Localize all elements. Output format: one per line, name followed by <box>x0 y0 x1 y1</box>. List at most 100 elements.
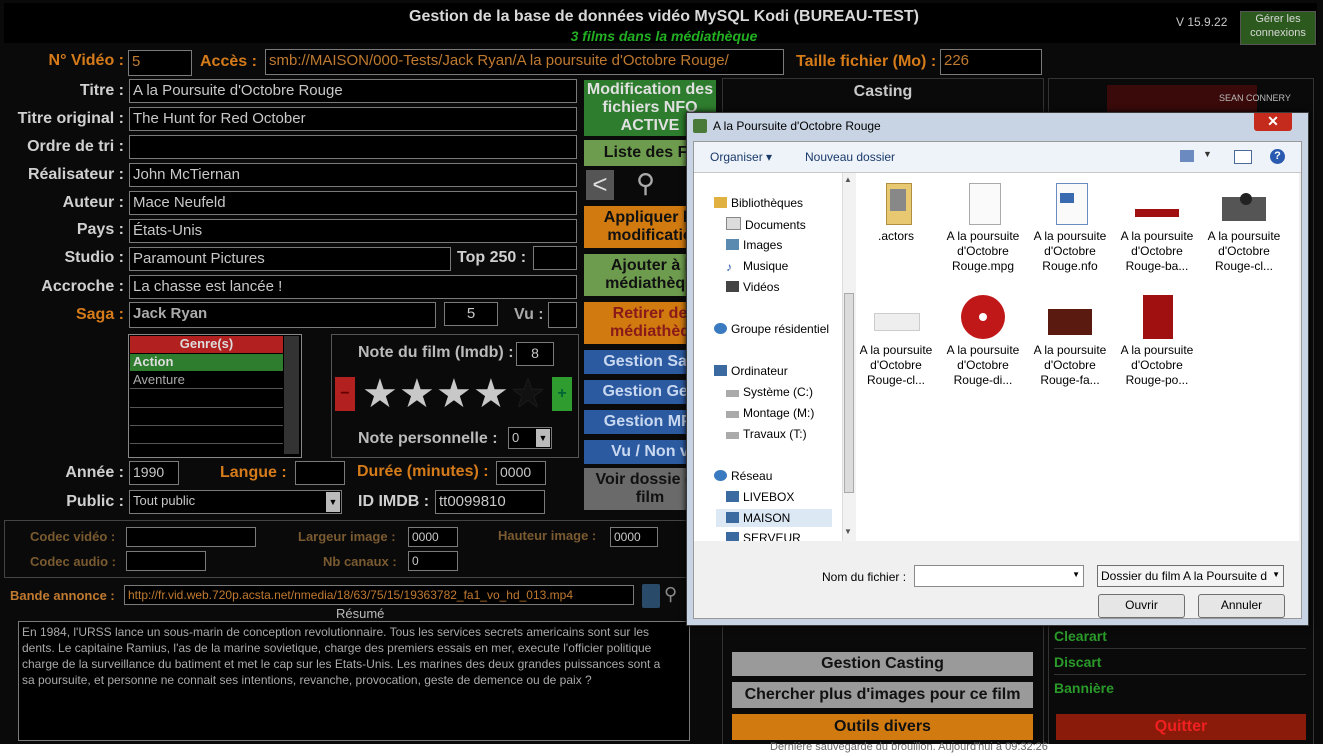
acces-field[interactable]: smb://MAISON/000-Tests/Jack Ryan/A la po… <box>265 49 784 75</box>
file-item[interactable]: A la poursuite d'Octobre Rouge.mpg <box>943 181 1023 274</box>
codec-video-field[interactable] <box>126 527 256 547</box>
nav-item-selected[interactable]: MAISON <box>716 509 832 527</box>
file-item[interactable]: A la poursuite d'Octobre Rouge-ba... <box>1117 181 1197 274</box>
discart-item[interactable]: Discart <box>1054 654 1306 675</box>
scroll-thumb[interactable] <box>844 293 854 493</box>
clearart-item[interactable]: Clearart <box>1054 628 1306 649</box>
video-no-field[interactable]: 5 <box>128 50 192 76</box>
titre-original-field[interactable]: The Hunt for Red October <box>129 107 577 131</box>
hauteur-field[interactable]: 0000 <box>610 527 658 547</box>
taille-field[interactable]: 226 <box>940 49 1042 75</box>
studio-field[interactable]: Paramount Pictures <box>129 247 451 271</box>
canaux-label: Nb canaux : <box>323 554 397 569</box>
rating-increase-button[interactable]: + <box>552 377 572 411</box>
view-options-icon[interactable] <box>1180 150 1194 162</box>
nav-item[interactable]: Montage (M:) <box>726 406 814 420</box>
scroll-down-icon[interactable]: ▼ <box>844 527 852 536</box>
nav-item[interactable]: Documents <box>726 217 806 232</box>
resume-field[interactable]: En 1984, l'URSS lance un sous-marin de c… <box>18 621 690 741</box>
header-bar: Gestion de la base de données vidéo MySQ… <box>4 3 1317 45</box>
scroll-up-icon[interactable]: ▲ <box>844 175 852 184</box>
genre-item[interactable] <box>130 408 283 426</box>
genre-item[interactable] <box>130 426 283 444</box>
banniere-item[interactable]: Bannière <box>1054 680 1306 700</box>
genres-list[interactable]: Genre(s) Action Aventure <box>128 334 302 458</box>
nav-item[interactable]: Vidéos <box>726 280 779 294</box>
annee-field[interactable]: 1990 <box>129 461 179 485</box>
titre-field[interactable]: A la Poursuite d'Octobre Rouge <box>129 79 577 103</box>
file-item[interactable]: A la poursuite d'Octobre Rouge-fa... <box>1030 295 1110 388</box>
dialog-toolbar: Organiser ▾ Nouveau dossier ▼ ? <box>694 142 1301 173</box>
chercher-images-button[interactable]: Chercher plus d'images pour ce film <box>732 682 1033 708</box>
rating-decrease-button[interactable]: − <box>335 377 355 411</box>
nav-item[interactable]: LIVEBOX <box>726 490 794 504</box>
codec-audio-field[interactable] <box>126 551 206 571</box>
ouvrir-button[interactable]: Ouvrir <box>1098 594 1185 618</box>
file-item[interactable]: A la poursuite d'Octobre Rouge-cl... <box>1204 181 1284 274</box>
filename-input[interactable]: ▼ <box>914 565 1084 587</box>
genre-item[interactable] <box>130 390 283 408</box>
file-type-select[interactable]: Dossier du film A la Poursuite d ▼ <box>1097 565 1284 587</box>
public-select[interactable]: Tout public ▼ <box>129 490 342 514</box>
note-field[interactable]: 8 <box>516 342 554 366</box>
trash-icon[interactable] <box>642 584 660 608</box>
file-item[interactable]: A la poursuite d'Octobre Rouge.nfo <box>1030 181 1110 274</box>
largeur-label: Largeur image : <box>298 529 396 544</box>
help-icon[interactable]: ? <box>1270 149 1285 164</box>
nav-item[interactable]: ♪ Musique <box>726 259 788 274</box>
nav-item[interactable]: SERVEUR <box>726 531 801 541</box>
realisateur-field[interactable]: John McTiernan <box>129 163 577 187</box>
genre-item[interactable]: Action <box>130 354 283 371</box>
top250-field[interactable] <box>533 246 577 270</box>
nav-item[interactable]: Ordinateur <box>714 364 788 378</box>
pays-field[interactable]: États-Unis <box>129 219 577 243</box>
organiser-button[interactable]: Organiser ▾ <box>710 150 772 164</box>
accroche-field[interactable]: La chasse est lancée ! <box>129 275 577 299</box>
nav-label: Travaux (T:) <box>743 427 807 441</box>
file-item[interactable]: .actors <box>856 181 936 244</box>
banner-thumbnail <box>1135 181 1179 225</box>
outils-divers-button[interactable]: Outils divers <box>732 714 1033 740</box>
annuler-button[interactable]: Annuler <box>1198 594 1285 618</box>
nav-item[interactable]: Travaux (T:) <box>726 427 807 441</box>
back-arrow-icon[interactable]: < <box>586 170 614 200</box>
canaux-field[interactable]: 0 <box>408 551 458 571</box>
chevron-down-icon[interactable]: ▼ <box>1203 149 1212 159</box>
nav-item[interactable]: Groupe résidentiel <box>714 322 829 336</box>
file-item[interactable]: A la poursuite d'Octobre Rouge-cl... <box>856 295 936 388</box>
auteur-field[interactable]: Mace Neufeld <box>129 191 577 215</box>
nav-item[interactable]: Réseau <box>714 469 772 483</box>
public-label: Public : <box>66 493 124 510</box>
langue-field[interactable] <box>295 461 345 485</box>
close-button[interactable]: ✕ <box>1254 113 1292 131</box>
imdb-field[interactable]: tt0099810 <box>435 490 545 514</box>
note-perso-select[interactable]: 0 ▼ <box>508 427 552 449</box>
vu-field[interactable] <box>548 302 577 328</box>
search-icon[interactable]: ⚲ <box>636 168 666 200</box>
quitter-button[interactable]: Quitter <box>1056 714 1306 740</box>
file-item[interactable]: A la poursuite d'Octobre Rouge-po... <box>1117 295 1197 388</box>
file-name: A la poursuite d'Octobre Rouge.nfo <box>1033 229 1107 273</box>
search-icon[interactable]: ⚲ <box>664 584 684 608</box>
nav-item[interactable]: Bibliothèques <box>714 196 803 210</box>
largeur-field[interactable]: 0000 <box>408 527 458 547</box>
saga-field[interactable]: Jack Ryan <box>129 302 436 328</box>
preview-pane-icon[interactable] <box>1234 150 1252 164</box>
vu-label: Vu : <box>514 306 544 323</box>
file-list: .actors A la poursuite d'Octobre Rouge.m… <box>856 173 1299 541</box>
nav-item[interactable]: Système (C:) <box>726 385 813 399</box>
drive-icon <box>726 390 739 397</box>
nav-scrollbar[interactable]: ▲ ▼ <box>842 173 856 541</box>
duree-field[interactable]: 0000 <box>496 461 546 485</box>
manage-connections-button[interactable]: Gérer les connexions <box>1240 11 1316 45</box>
nouveau-dossier-button[interactable]: Nouveau dossier <box>805 150 895 164</box>
nav-label: Documents <box>745 218 806 232</box>
genre-item[interactable]: Aventure <box>130 372 283 389</box>
genres-scrollbar[interactable] <box>284 336 299 454</box>
ordre-field[interactable] <box>129 135 577 159</box>
bande-field[interactable]: http://fr.vid.web.720p.acsta.net/nmedia/… <box>124 585 634 605</box>
saga-number-field[interactable]: 5 <box>444 302 498 326</box>
file-item[interactable]: A la poursuite d'Octobre Rouge-di... <box>943 295 1023 388</box>
gestion-casting-button[interactable]: Gestion Casting <box>732 652 1033 676</box>
nav-item[interactable]: Images <box>726 238 782 252</box>
